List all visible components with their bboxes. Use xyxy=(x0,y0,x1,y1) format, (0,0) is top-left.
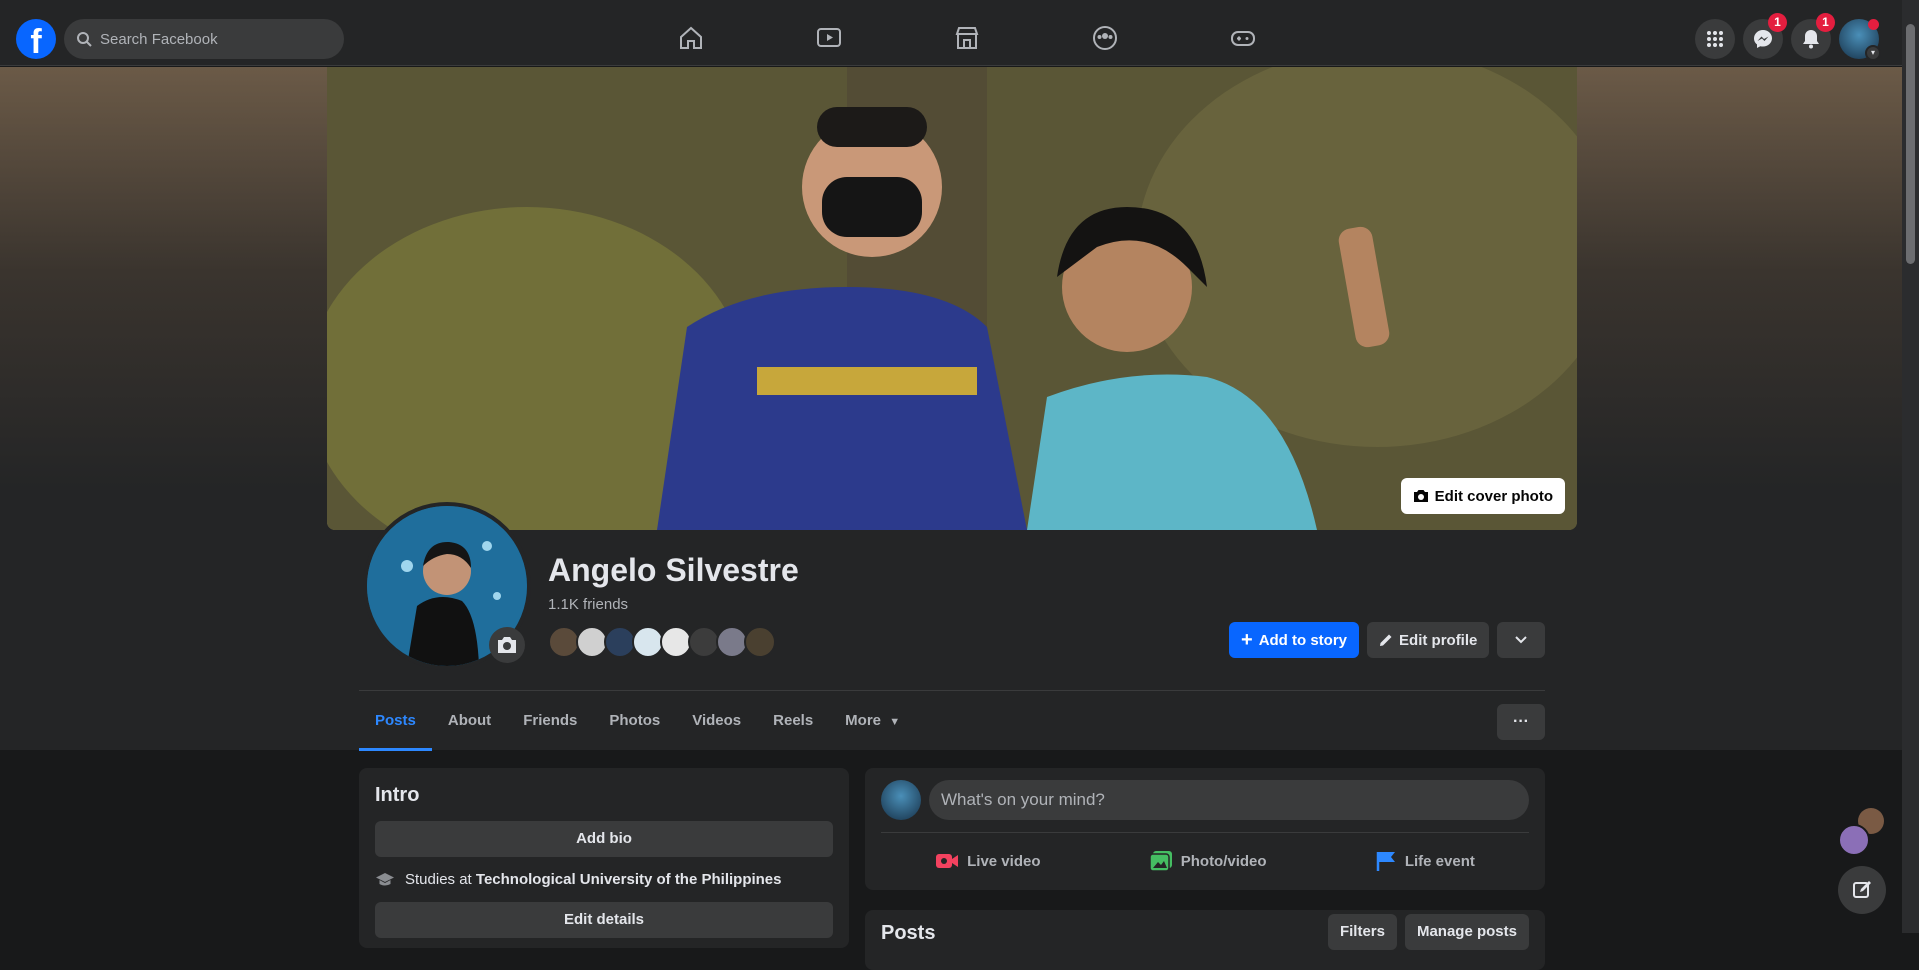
profile-actions: + Add to story Edit profile xyxy=(1229,622,1546,658)
composer-divider xyxy=(881,832,1529,833)
friend-avatar[interactable] xyxy=(744,626,776,658)
tab-videos[interactable]: Videos xyxy=(676,691,757,751)
tab-more-label: More xyxy=(845,712,882,729)
plus-icon: + xyxy=(1241,629,1253,651)
edit-cover-photo-label: Edit cover photo xyxy=(1434,487,1553,505)
nav-video[interactable] xyxy=(760,16,898,60)
chevron-down-icon: ▾ xyxy=(1865,45,1881,61)
messenger-icon xyxy=(1754,30,1772,48)
studies-prefix: Studies at xyxy=(405,871,472,888)
facebook-logo[interactable]: f xyxy=(16,19,56,59)
graduation-cap-icon xyxy=(376,872,394,885)
live-video-button[interactable]: Live video xyxy=(935,841,1040,881)
composer-avatar[interactable] xyxy=(881,780,921,820)
tabs-overflow-button[interactable]: ··· xyxy=(1497,704,1545,740)
search-icon xyxy=(77,32,92,47)
messenger-badge: 1 xyxy=(1768,13,1787,32)
caret-down-icon: ▼ xyxy=(889,716,901,728)
notifications-button[interactable]: 1 xyxy=(1791,13,1835,59)
bell-icon xyxy=(1803,30,1819,49)
posts-title: Posts xyxy=(881,922,936,944)
filters-button[interactable]: Filters xyxy=(1327,914,1397,950)
post-composer: What's on your mind? Live video Photo/vi… xyxy=(865,768,1545,890)
posts-header-card: Posts Filters Manage posts xyxy=(865,910,1545,970)
friend-avatars xyxy=(548,626,776,658)
home-icon xyxy=(680,26,702,49)
photo-icon xyxy=(1148,851,1172,872)
edit-profile-label: Edit profile xyxy=(1399,631,1478,649)
manage-posts-button[interactable]: Manage posts xyxy=(1404,914,1529,950)
profile-tabs: Posts About Friends Photos Videos Reels … xyxy=(359,691,916,751)
notifications-badge: 1 xyxy=(1816,13,1835,32)
tab-about[interactable]: About xyxy=(432,691,507,751)
nav-groups[interactable] xyxy=(1036,16,1174,60)
tab-photos[interactable]: Photos xyxy=(593,691,676,751)
add-to-story-button[interactable]: + Add to story xyxy=(1229,622,1360,658)
nav-home[interactable] xyxy=(622,16,760,60)
intro-title: Intro xyxy=(375,784,420,806)
intro-card: Intro Add bio Studies at Technological U… xyxy=(359,768,849,948)
camera-icon xyxy=(498,637,516,653)
messenger-button[interactable]: 1 xyxy=(1743,13,1787,59)
friends-count[interactable]: 1.1K friends xyxy=(548,596,628,613)
edit-profile-button[interactable]: Edit profile xyxy=(1367,622,1490,658)
cover-photo[interactable]: Edit cover photo xyxy=(327,67,1577,530)
life-event-label: Life event xyxy=(1404,852,1475,870)
marketplace-icon xyxy=(955,27,979,49)
compose-icon xyxy=(1853,881,1871,898)
tab-more[interactable]: More ▼ xyxy=(829,691,916,751)
camera-icon xyxy=(1413,490,1428,502)
photo-video-label: Photo/video xyxy=(1180,852,1267,870)
top-navigation-bar: f 1 xyxy=(0,0,1919,66)
tab-posts[interactable]: Posts xyxy=(359,691,432,751)
nav-gaming[interactable] xyxy=(1174,16,1312,60)
profile-name: Angelo Silvestre xyxy=(548,552,799,588)
tab-reels[interactable]: Reels xyxy=(757,691,829,751)
new-message-button[interactable] xyxy=(1838,866,1886,914)
pencil-icon xyxy=(1380,634,1392,646)
add-bio-button[interactable]: Add bio xyxy=(375,821,833,857)
account-controls: 1 1 ▾ xyxy=(1695,13,1881,61)
search-box[interactable] xyxy=(64,19,344,59)
chat-head-avatar[interactable] xyxy=(1838,824,1870,856)
tab-friends[interactable]: Friends xyxy=(507,691,593,751)
education-item: Studies at Technological University of t… xyxy=(375,871,833,888)
groups-icon xyxy=(1093,26,1117,50)
photo-video-button[interactable]: Photo/video xyxy=(1148,841,1267,881)
menu-button[interactable] xyxy=(1695,19,1735,59)
add-to-story-label: Add to story xyxy=(1258,631,1348,649)
school-name[interactable]: Technological University of the Philippi… xyxy=(476,871,782,888)
main-nav xyxy=(622,16,1312,60)
live-video-label: Live video xyxy=(967,852,1041,870)
scrollbar-thumb[interactable] xyxy=(1906,24,1915,264)
search-input[interactable] xyxy=(100,30,320,48)
account-avatar[interactable]: ▾ xyxy=(1839,19,1881,61)
page-scrollbar[interactable] xyxy=(1902,0,1919,933)
chevron-down-icon xyxy=(1515,636,1528,644)
whats-on-your-mind-input[interactable]: What's on your mind? xyxy=(929,780,1529,820)
edit-cover-photo-button[interactable]: Edit cover photo xyxy=(1400,478,1565,514)
ellipsis-icon: ··· xyxy=(1513,713,1529,730)
nav-marketplace[interactable] xyxy=(898,16,1036,60)
flag-icon xyxy=(1376,852,1395,871)
cover-photo-image xyxy=(327,67,1577,530)
unread-dot xyxy=(1868,19,1879,30)
life-event-button[interactable]: Life event xyxy=(1375,841,1475,881)
grid-menu-icon xyxy=(1707,31,1723,47)
update-profile-picture-button[interactable] xyxy=(489,627,525,663)
gaming-icon xyxy=(1231,31,1255,46)
profile-options-button[interactable] xyxy=(1497,622,1546,658)
video-icon xyxy=(817,28,841,47)
live-video-icon xyxy=(936,854,959,868)
